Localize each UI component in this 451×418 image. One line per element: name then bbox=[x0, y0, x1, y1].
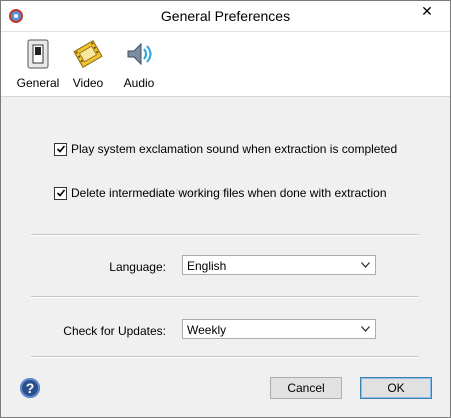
close-icon: ✕ bbox=[421, 3, 433, 19]
help-icon: ? bbox=[25, 380, 35, 396]
language-select[interactable]: English bbox=[182, 255, 376, 275]
preferences-toolbar: General Video Audio bbox=[1, 32, 450, 97]
film-icon bbox=[73, 40, 103, 68]
tab-audio-label: Audio bbox=[123, 76, 155, 90]
cancel-button[interactable]: Cancel bbox=[270, 377, 342, 399]
divider bbox=[31, 296, 419, 298]
delete-files-checkbox[interactable] bbox=[54, 186, 67, 200]
sound-option: Play system exclamation sound when extra… bbox=[54, 142, 397, 156]
updates-select[interactable]: Weekly bbox=[182, 319, 376, 339]
help-button[interactable]: ? bbox=[20, 378, 40, 398]
sound-checkbox[interactable] bbox=[54, 142, 67, 156]
sound-checkbox-label[interactable]: Play system exclamation sound when extra… bbox=[71, 142, 397, 156]
delete-option: Delete intermediate working files when d… bbox=[54, 186, 387, 200]
updates-value: Weekly bbox=[187, 323, 227, 337]
tab-general-label: General bbox=[16, 76, 60, 90]
language-value: English bbox=[187, 259, 227, 273]
tab-video-label: Video bbox=[72, 76, 104, 90]
close-button[interactable]: ✕ bbox=[405, 1, 449, 21]
updates-label: Check for Updates: bbox=[63, 324, 166, 338]
ok-button[interactable]: OK bbox=[360, 377, 432, 399]
language-label: Language: bbox=[109, 260, 166, 274]
divider bbox=[31, 234, 419, 236]
checkmark-icon bbox=[56, 189, 65, 197]
preferences-window: General Preferences ✕ General Video Audi… bbox=[0, 0, 451, 418]
tab-audio[interactable]: Audio bbox=[115, 36, 163, 92]
switch-icon bbox=[27, 39, 49, 69]
chevron-down-icon bbox=[361, 262, 370, 268]
delete-files-checkbox-label[interactable]: Delete intermediate working files when d… bbox=[71, 186, 387, 200]
tab-video[interactable]: Video bbox=[64, 36, 112, 92]
chevron-down-icon bbox=[361, 326, 370, 332]
divider bbox=[31, 356, 419, 358]
window-title: General Preferences bbox=[160, 8, 291, 24]
title-bar: General Preferences ✕ bbox=[1, 1, 450, 32]
tab-general[interactable]: General bbox=[14, 36, 62, 92]
speaker-icon bbox=[127, 42, 152, 66]
general-settings-panel: www.softpedia.com Play system exclamatio… bbox=[1, 97, 450, 369]
checkmark-icon bbox=[56, 145, 65, 153]
